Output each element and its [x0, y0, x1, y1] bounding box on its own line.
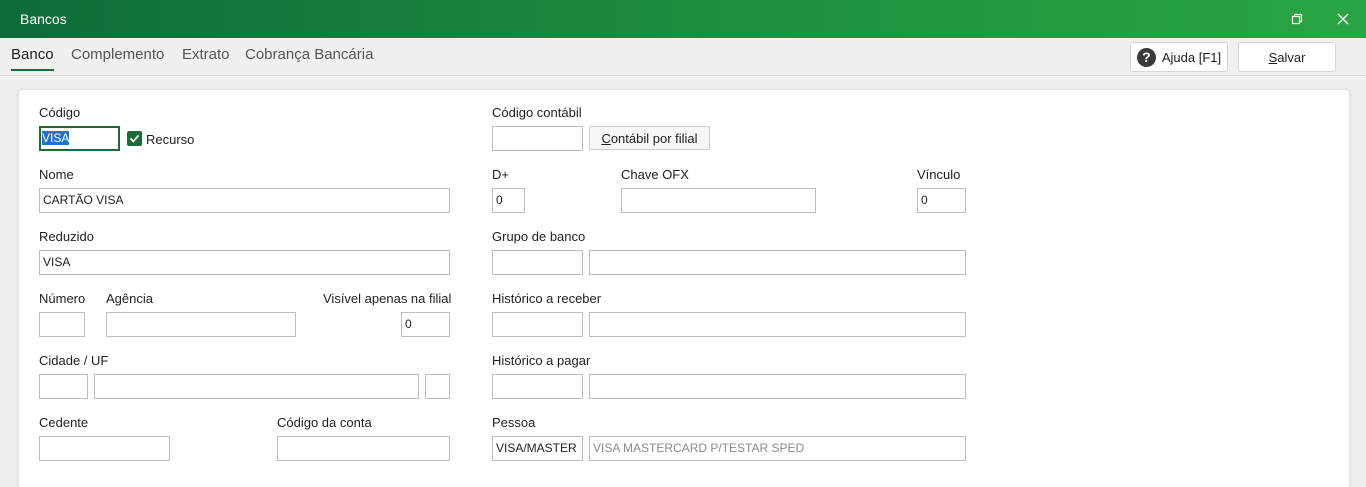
- vinculo-label: Vínculo: [917, 167, 961, 182]
- numero-input[interactable]: [39, 312, 85, 337]
- tab-extrato[interactable]: Extrato: [182, 46, 230, 69]
- codigo-contabil-input[interactable]: [492, 126, 583, 151]
- close-button[interactable]: [1320, 0, 1366, 38]
- agencia-label: Agência: [106, 291, 153, 306]
- tab-complemento[interactable]: Complemento: [71, 46, 164, 69]
- pessoa-code-input[interactable]: VISA/MASTER: [492, 436, 583, 461]
- reduzido-label: Reduzido: [39, 229, 94, 244]
- vinculo-input[interactable]: 0: [917, 188, 966, 213]
- cedente-input[interactable]: [39, 436, 170, 461]
- tab-cobranca-bancaria[interactable]: Cobrança Bancária: [245, 46, 373, 69]
- restore-button[interactable]: [1274, 0, 1320, 38]
- codigo-contabil-label: Código contábil: [492, 105, 582, 120]
- grupo-banco-label: Grupo de banco: [492, 229, 586, 244]
- pessoa-label: Pessoa: [492, 415, 536, 430]
- cedente-label: Cedente: [39, 415, 89, 430]
- codigo-conta-label: Código da conta: [277, 415, 372, 430]
- codigo-input[interactable]: VISA: [39, 126, 120, 151]
- cep-input[interactable]: [39, 374, 88, 399]
- cidade-uf-label: Cidade / UF: [39, 353, 109, 368]
- help-button-label: Ajuda [F1]: [1161, 49, 1222, 65]
- contabil-mnemonic: C: [601, 130, 611, 146]
- recurso-label: Recurso: [146, 132, 195, 147]
- historico-receber-desc-input[interactable]: [589, 312, 966, 337]
- numero-label: Número: [39, 291, 86, 306]
- pessoa-desc-input[interactable]: VISA MASTERCARD P/TESTAR SPED: [589, 436, 966, 461]
- close-icon: [1337, 13, 1349, 25]
- contabil-por-filial-button[interactable]: Contábil por filial: [589, 126, 710, 150]
- visivel-filial-label: Visível apenas na filial: [323, 291, 452, 306]
- reduzido-input[interactable]: VISA: [39, 250, 450, 275]
- cidade-input[interactable]: [94, 374, 419, 399]
- d-mais-input[interactable]: 0: [492, 188, 525, 213]
- chave-ofx-label: Chave OFX: [621, 167, 689, 182]
- save-button-label: alvar: [1277, 49, 1306, 65]
- title-bar: Bancos: [0, 0, 1366, 38]
- help-icon: ?: [1136, 47, 1156, 67]
- restore-icon: [1291, 13, 1303, 25]
- tab-banco[interactable]: Banco: [11, 46, 54, 71]
- check-icon: [129, 134, 140, 143]
- d-mais-label: D+: [492, 167, 509, 182]
- historico-pagar-code-input[interactable]: [492, 374, 583, 399]
- contabil-button-label: ontábil por filial: [610, 130, 698, 146]
- recurso-checkbox[interactable]: [127, 131, 142, 146]
- nome-input[interactable]: CARTÃO VISA: [39, 188, 450, 213]
- window-title: Bancos: [20, 11, 67, 27]
- historico-pagar-label: Histórico a pagar: [492, 353, 591, 368]
- historico-pagar-desc-input[interactable]: [589, 374, 966, 399]
- uf-input[interactable]: [425, 374, 450, 399]
- codigo-conta-input[interactable]: [277, 436, 450, 461]
- help-button[interactable]: ? Ajuda [F1]: [1130, 42, 1228, 72]
- save-button[interactable]: Salvar: [1238, 42, 1336, 72]
- historico-receber-label: Histórico a receber: [492, 291, 602, 306]
- visivel-filial-input[interactable]: 0: [401, 312, 450, 337]
- agencia-input[interactable]: [106, 312, 296, 337]
- nome-label: Nome: [39, 167, 74, 182]
- save-mnemonic: S: [1268, 49, 1278, 65]
- chave-ofx-input[interactable]: [621, 188, 816, 213]
- historico-receber-code-input[interactable]: [492, 312, 583, 337]
- grupo-banco-code-input[interactable]: [492, 250, 583, 275]
- codigo-label: Código: [39, 105, 81, 120]
- grupo-banco-desc-input[interactable]: [589, 250, 966, 275]
